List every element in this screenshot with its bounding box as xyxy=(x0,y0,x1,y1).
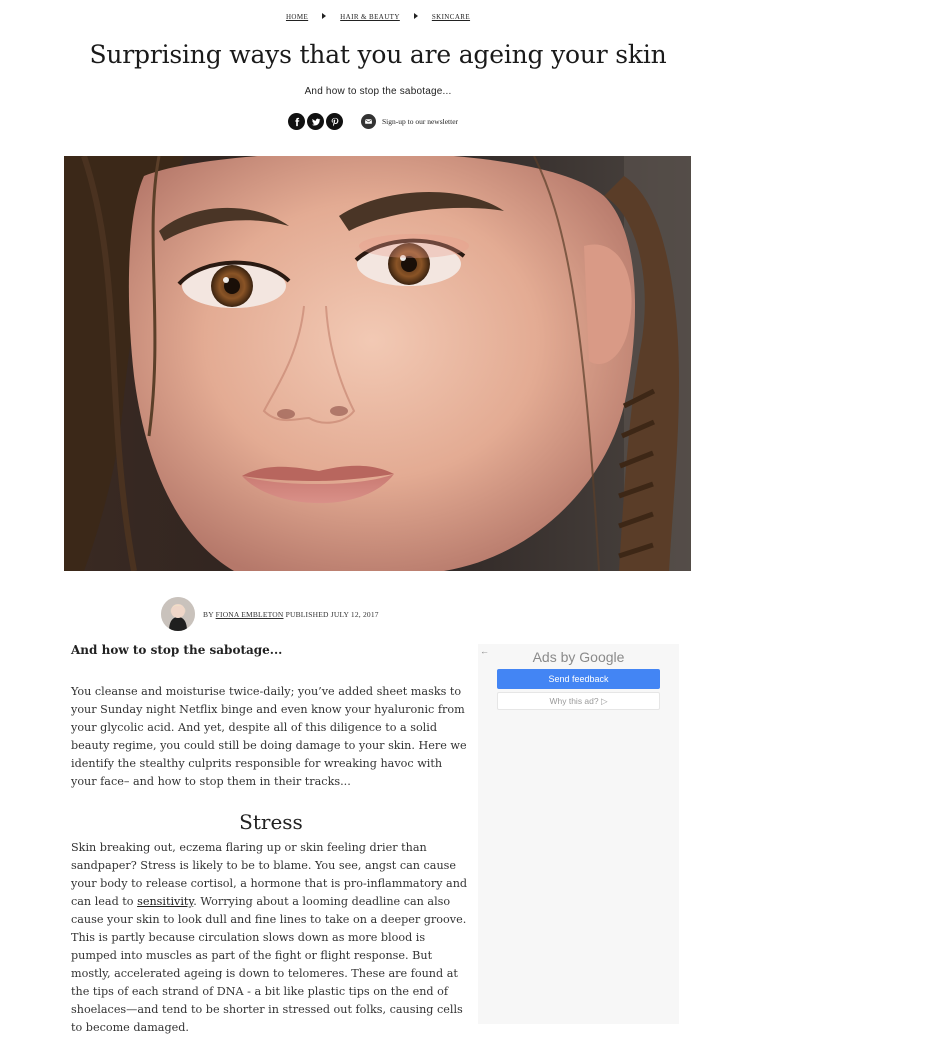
sensitivity-link[interactable]: sensitivity xyxy=(137,895,193,908)
breadcrumb-arrow-icon xyxy=(322,13,327,19)
page-title: Surprising ways that you are ageing your… xyxy=(89,40,667,69)
send-feedback-button[interactable]: Send feedback xyxy=(497,669,660,689)
article-body: And how to stop the sabotage... You clea… xyxy=(71,643,471,1034)
byline-by-label: BY xyxy=(203,609,214,619)
breadcrumb: HOME HAIR & BEAUTY SKINCARE xyxy=(0,13,756,21)
breadcrumb-home[interactable]: HOME xyxy=(286,13,308,21)
mail-icon xyxy=(361,114,376,129)
pinterest-icon[interactable] xyxy=(326,113,343,130)
twitter-icon[interactable] xyxy=(307,113,324,130)
standfirst: And how to stop the sabotage... xyxy=(304,86,452,97)
breadcrumb-skincare[interactable]: SKINCARE xyxy=(432,13,470,21)
article-lead: And how to stop the sabotage... xyxy=(71,643,283,657)
hero-image xyxy=(64,156,691,571)
author-avatar[interactable] xyxy=(161,597,195,631)
section-heading: Stress xyxy=(239,810,303,834)
article-intro: You cleanse and moisturise twice-daily; … xyxy=(71,685,467,788)
newsletter-signup-link[interactable]: Sign-up to our newsletter xyxy=(361,114,458,129)
hero-portrait-illustration xyxy=(64,156,691,571)
published-date: JULY 12, 2017 xyxy=(330,609,379,619)
published-label: PUBLISHED xyxy=(285,609,329,619)
ad-panel: ← Ads by Google Send feedback Why this a… xyxy=(478,644,679,1024)
facebook-icon[interactable] xyxy=(288,113,305,130)
author-link[interactable]: FIONA EMBLETON xyxy=(216,610,284,619)
ads-by-google-label: Ads by Google xyxy=(532,649,625,665)
newsletter-label: Sign-up to our newsletter xyxy=(382,117,459,126)
section-text-after: . Worrying about a looming deadline can … xyxy=(71,895,467,1034)
why-this-ad-button[interactable]: Why this ad? ▷ xyxy=(497,692,660,710)
byline-text: BY FIONA EMBLETON PUBLISHED JULY 12, 201… xyxy=(203,610,379,619)
section-paragraph: Skin breaking out, eczema flaring up or … xyxy=(71,839,473,1037)
article-byline: BY FIONA EMBLETON PUBLISHED JULY 12, 201… xyxy=(161,597,379,631)
breadcrumb-hair-beauty[interactable]: HAIR & BEAUTY xyxy=(340,13,400,21)
breadcrumb-arrow-icon xyxy=(413,13,418,19)
share-bar: Sign-up to our newsletter xyxy=(288,113,458,130)
